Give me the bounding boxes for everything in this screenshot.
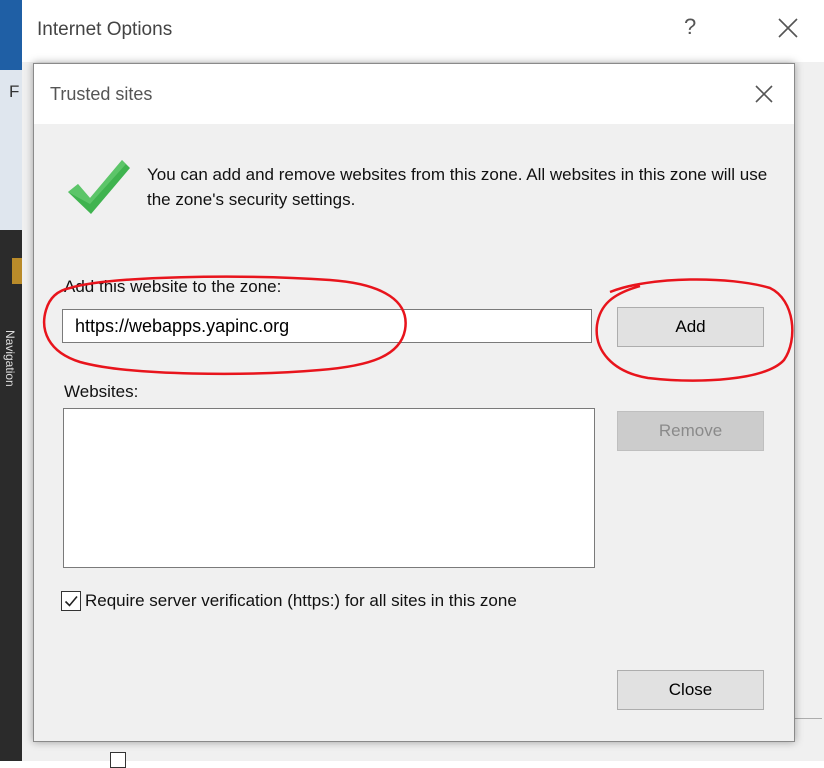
help-button[interactable]: ?: [684, 14, 696, 40]
websites-listbox[interactable]: [63, 408, 595, 568]
check-icon: [68, 160, 130, 214]
close-button[interactable]: Close: [617, 670, 764, 710]
verification-checkbox[interactable]: [61, 591, 81, 611]
background-checkbox[interactable]: [110, 752, 126, 768]
strip-letter: F: [9, 82, 20, 101]
background-app-strip: F Navigation: [0, 0, 22, 761]
verification-label: Require server verification (https:) for…: [85, 591, 517, 610]
websites-label: Websites:: [64, 382, 139, 401]
strip-nav-label: Navigation: [3, 330, 17, 387]
close-icon[interactable]: [770, 10, 806, 46]
dialog-titlebar: Trusted sites: [34, 64, 794, 124]
require-verification-option[interactable]: Require server verification (https:) for…: [61, 589, 517, 613]
website-url-input[interactable]: [62, 309, 592, 343]
strip-folder-icon: [12, 258, 22, 284]
window-title: Internet Options: [37, 19, 173, 40]
trusted-sites-dialog: Trusted sites You can add and remove web…: [33, 63, 795, 742]
add-website-label: Add this website to the zone:: [64, 277, 282, 296]
dialog-title: Trusted sites: [50, 84, 153, 104]
strip-blue-area: [0, 0, 22, 70]
intro-text: You can add and remove websites from thi…: [147, 165, 768, 209]
internet-options-titlebar: Internet Options ?: [0, 0, 824, 62]
checkmark-icon: [64, 595, 78, 607]
remove-button[interactable]: Remove: [617, 411, 764, 451]
close-icon[interactable]: [748, 78, 780, 110]
add-button[interactable]: Add: [617, 307, 764, 347]
